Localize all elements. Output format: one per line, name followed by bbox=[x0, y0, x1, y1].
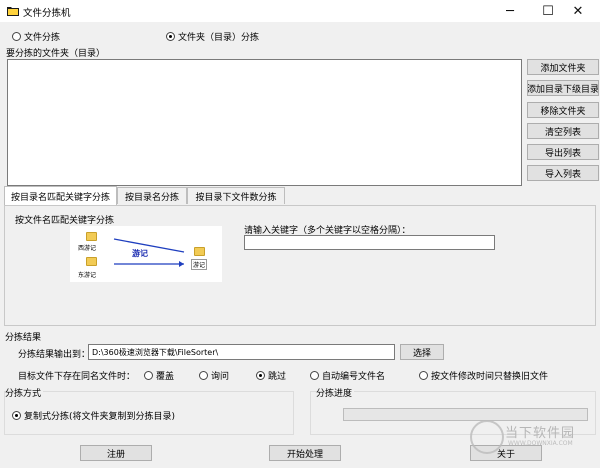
file-sort-radio[interactable]: 文件分拣 bbox=[12, 30, 60, 43]
close-icon: ✕ bbox=[572, 3, 584, 19]
option-overwrite-radio[interactable]: 覆盖 bbox=[144, 369, 174, 382]
copy-sort-label: 复制式分拣(将文件夹复制到分拣目录) bbox=[24, 412, 176, 422]
choose-button[interactable]: 选择 bbox=[400, 344, 444, 360]
keyword-illustration: 西游记 东游记 游记 游记 bbox=[70, 226, 222, 282]
maximize-icon: ☐ bbox=[542, 3, 554, 19]
add-subfolders-button[interactable]: 添加目录下级目录 bbox=[527, 80, 599, 96]
folder-sort-label: 文件夹（目录）分拣 bbox=[178, 33, 260, 43]
watermark-url: WWW.DOWNXIA.COM bbox=[508, 440, 573, 447]
folders-label: 要分拣的文件夹（目录） bbox=[6, 49, 106, 59]
tab-panel-heading: 按文件名匹配关键字分拣 bbox=[15, 216, 115, 226]
clear-list-button[interactable]: 清空列表 bbox=[527, 123, 599, 139]
window-title: 文件分拣机 bbox=[23, 8, 71, 19]
folder-sort-radio[interactable]: 文件夹（目录）分拣 bbox=[166, 30, 259, 43]
radio-circle bbox=[144, 371, 153, 380]
start-button[interactable]: 开始处理 bbox=[269, 445, 341, 461]
radio-circle-selected bbox=[166, 32, 175, 41]
register-button[interactable]: 注册 bbox=[80, 445, 152, 461]
radio-circle-selected bbox=[12, 411, 21, 420]
conflict-label: 目标文件下存在同名文件时： bbox=[18, 372, 136, 382]
file-sort-label: 文件分拣 bbox=[24, 33, 61, 43]
radio-circle bbox=[419, 371, 428, 380]
watermark-text: 当下软件园 bbox=[505, 426, 576, 441]
radio-circle-selected bbox=[256, 371, 265, 380]
tab-file-count[interactable]: 按目录下文件数分拣 bbox=[187, 187, 285, 204]
option-label: 跳过 bbox=[268, 372, 287, 382]
output-path-field[interactable]: D:\360极速浏览器下载\FileSorter\ bbox=[88, 344, 395, 360]
keyword-input[interactable] bbox=[244, 235, 495, 250]
option-label: 按文件修改时间只替换旧文件 bbox=[431, 372, 549, 382]
option-ask-radio[interactable]: 询问 bbox=[199, 369, 229, 382]
method-section-label: 分拣方式 bbox=[5, 386, 44, 399]
progress-bar bbox=[343, 408, 588, 421]
option-label: 覆盖 bbox=[156, 372, 175, 382]
option-replace-older-radio[interactable]: 按文件修改时间只替换旧文件 bbox=[419, 369, 548, 382]
target-folder-label: 游记 bbox=[191, 259, 208, 270]
import-list-button[interactable]: 导入列表 bbox=[527, 165, 599, 181]
add-folder-button[interactable]: 添加文件夹 bbox=[527, 59, 599, 75]
tab-folder-name[interactable]: 按目录名分拣 bbox=[117, 187, 187, 204]
folder-icon bbox=[194, 247, 205, 256]
export-list-button[interactable]: 导出列表 bbox=[527, 144, 599, 160]
tab-keyword-match[interactable]: 按目录名匹配关键字分拣 bbox=[4, 186, 117, 205]
folder-list[interactable] bbox=[7, 59, 522, 186]
radio-circle bbox=[199, 371, 208, 380]
watermark-logo-icon bbox=[470, 420, 504, 454]
radio-circle bbox=[12, 32, 21, 41]
keyword-example: 游记 bbox=[132, 249, 148, 258]
progress-section-label: 分拣进度 bbox=[316, 386, 355, 399]
close-button[interactable]: ✕ bbox=[556, 0, 600, 22]
radio-circle bbox=[310, 371, 319, 380]
remove-folder-button[interactable]: 移除文件夹 bbox=[527, 102, 599, 118]
minimize-icon: ─ bbox=[506, 3, 514, 19]
option-autonumber-radio[interactable]: 自动编号文件名 bbox=[310, 369, 385, 382]
option-label: 询问 bbox=[211, 372, 230, 382]
app-icon bbox=[7, 5, 19, 16]
result-section-label: 分拣结果 bbox=[5, 333, 42, 343]
option-label: 自动编号文件名 bbox=[322, 372, 386, 382]
option-skip-radio[interactable]: 跳过 bbox=[256, 369, 286, 382]
copy-sort-radio[interactable]: 复制式分拣(将文件夹复制到分拣目录) bbox=[12, 409, 175, 422]
title-bar: 文件分拣机 ─ ☐ ✕ bbox=[0, 0, 600, 22]
output-label: 分拣结果输出到： bbox=[18, 350, 91, 360]
